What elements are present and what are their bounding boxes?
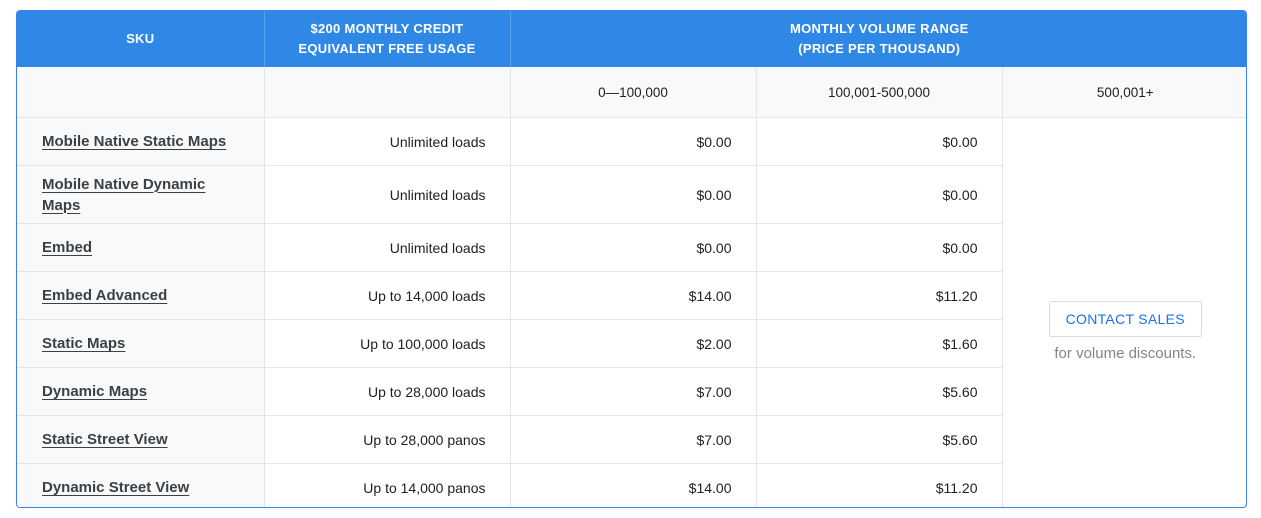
contact-note: for volume discounts. — [1054, 345, 1197, 363]
sku-link[interactable]: Mobile Native Static Maps — [42, 133, 226, 150]
sku-link[interactable]: Static Maps — [42, 335, 125, 352]
price-tier-2-cell: $1.60 — [756, 319, 1003, 368]
free-usage-cell: Up to 14,000 loads — [264, 271, 511, 320]
price-tier-1-cell: $7.00 — [510, 367, 757, 416]
price-tier-2-cell: $11.20 — [756, 463, 1003, 507]
sku-link[interactable]: Dynamic Street View — [42, 479, 189, 496]
free-usage-cell: Unlimited loads — [264, 165, 511, 224]
price-tier-2-cell: $5.60 — [756, 415, 1003, 464]
price-tier-1-cell: $2.00 — [510, 319, 757, 368]
sku-cell: Mobile Native Static Maps — [17, 117, 265, 166]
header-volume: MONTHLY VOLUME RANGE (PRICE PER THOUSAND… — [510, 11, 1246, 67]
sku-link[interactable]: Dynamic Maps — [42, 383, 147, 400]
price-tier-2-cell: $0.00 — [756, 117, 1003, 166]
range-empty-1 — [17, 67, 265, 118]
pricing-table-container: SKU $200 MONTHLY CREDIT EQUIVALENT FREE … — [16, 10, 1247, 508]
free-usage-cell: Unlimited loads — [264, 117, 511, 166]
price-tier-2-cell: $5.60 — [756, 367, 1003, 416]
contact-sales-button[interactable]: CONTACT SALES — [1048, 301, 1202, 338]
price-tier-2-cell: $11.20 — [756, 271, 1003, 320]
range-tier-2: 100,001-500,000 — [756, 67, 1003, 118]
sku-link[interactable]: Mobile Native Dynamic Maps — [42, 176, 205, 214]
header-credit-text: $200 MONTHLY CREDIT EQUIVALENT FREE USAG… — [298, 21, 476, 56]
price-tier-1-cell: $14.00 — [510, 463, 757, 507]
range-empty-2 — [264, 67, 511, 118]
price-tier-1-cell: $0.00 — [510, 117, 757, 166]
sku-link[interactable]: Embed Advanced — [42, 287, 167, 304]
sku-cell: Mobile Native Dynamic Maps — [17, 165, 265, 224]
contact-cell: CONTACT SALES for volume discounts. — [1002, 118, 1246, 508]
price-tier-2-cell: $0.00 — [756, 223, 1003, 272]
table-row: Mobile Native Static Maps Unlimited loads… — [17, 117, 1246, 362]
price-tier-1-cell: $14.00 — [510, 271, 757, 320]
header-credit: $200 MONTHLY CREDIT EQUIVALENT FREE USAG… — [264, 11, 511, 67]
sku-cell: Embed Advanced — [17, 271, 265, 320]
sku-cell: Embed — [17, 223, 265, 272]
range-tier-3: 500,001+ — [1002, 67, 1246, 118]
sku-link[interactable]: Embed — [42, 239, 92, 256]
price-tier-2-cell: $0.00 — [756, 165, 1003, 224]
free-usage-cell: Up to 28,000 panos — [264, 415, 511, 464]
pricing-table: SKU $200 MONTHLY CREDIT EQUIVALENT FREE … — [17, 11, 1246, 507]
sku-cell: Dynamic Maps — [17, 367, 265, 416]
range-header-row: 0—100,000 100,001-500,000 500,001+ — [17, 67, 1246, 118]
price-tier-1-cell: $0.00 — [510, 165, 757, 224]
sku-link[interactable]: Static Street View — [42, 431, 168, 448]
sku-cell: Dynamic Street View — [17, 463, 265, 507]
price-tier-1-cell: $7.00 — [510, 415, 757, 464]
range-tier-1: 0—100,000 — [510, 67, 757, 118]
table-header-row: SKU $200 MONTHLY CREDIT EQUIVALENT FREE … — [17, 11, 1246, 67]
header-sku: SKU — [17, 11, 265, 67]
price-tier-1-cell: $0.00 — [510, 223, 757, 272]
free-usage-cell: Up to 100,000 loads — [264, 319, 511, 368]
free-usage-cell: Up to 14,000 panos — [264, 463, 511, 507]
free-usage-cell: Unlimited loads — [264, 223, 511, 272]
header-volume-text: MONTHLY VOLUME RANGE (PRICE PER THOUSAND… — [789, 21, 969, 56]
free-usage-cell: Up to 28,000 loads — [264, 367, 511, 416]
sku-cell: Static Maps — [17, 319, 265, 368]
sku-cell: Static Street View — [17, 415, 265, 464]
